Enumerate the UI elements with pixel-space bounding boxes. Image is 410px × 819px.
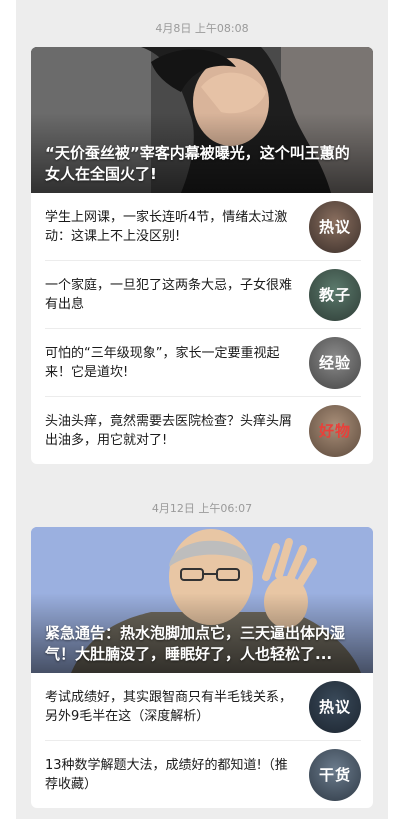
item-title: 可怕的“三年级现象”，家长一定要重视起来！它是道坎! bbox=[45, 345, 280, 380]
list-item[interactable]: 学生上网课，一家长连听4节，情绪太过激动：这课上不上没区别! 热议 bbox=[45, 193, 361, 261]
list-item[interactable]: 13种数学解题大法，成绩好的都知道!（推荐收藏） 干货 bbox=[45, 741, 361, 808]
message-timestamp: 4月12日 上午06:07 bbox=[151, 502, 253, 515]
item-thumbnail: 经验 bbox=[309, 336, 361, 389]
thumb-label: 热议 bbox=[318, 218, 351, 236]
item-thumbnail: 热议 bbox=[309, 680, 361, 733]
list-item[interactable]: 可怕的“三年级现象”，家长一定要重视起来！它是道坎! 经验 bbox=[45, 329, 361, 397]
cover-article[interactable]: “天价蚕丝被”宰客内幕被曝光，这个叫王蕙的女人在全国火了! bbox=[31, 47, 373, 193]
list-item[interactable]: 一个家庭，一旦犯了这两条大忌，子女很难有出息 教子 bbox=[45, 261, 361, 329]
thumb-label: 干货 bbox=[318, 766, 351, 784]
article-card: “天价蚕丝被”宰客内幕被曝光，这个叫王蕙的女人在全国火了! 学生上网课，一家长连… bbox=[31, 47, 373, 464]
item-title: 13种数学解题大法，成绩好的都知道!（推荐收藏） bbox=[45, 757, 288, 792]
thumb-label: 教子 bbox=[318, 286, 351, 304]
list-item[interactable]: 头油头痒，竟然需要去医院检查？头痒头屑出油多，用它就对了! 好物 bbox=[45, 397, 361, 464]
cover-title: 紧急通告：热水泡脚加点它，三天逼出体内湿气！大肚腩没了，睡眠好了，人也轻松了..… bbox=[45, 624, 346, 663]
cover-article[interactable]: 紧急通告：热水泡脚加点它，三天逼出体内湿气！大肚腩没了，睡眠好了，人也轻松了..… bbox=[31, 527, 373, 673]
item-thumbnail: 好物 bbox=[309, 404, 361, 457]
article-card: 紧急通告：热水泡脚加点它，三天逼出体内湿气！大肚腩没了，睡眠好了，人也轻松了..… bbox=[31, 527, 373, 808]
item-title: 头油头痒，竟然需要去医院检查？头痒头屑出油多，用它就对了! bbox=[45, 413, 293, 448]
message-feed[interactable]: 4月8日 上午08:08 “天价蚕丝被”宰客内幕被曝光，这个叫王蕙的女人在全国火… bbox=[16, 0, 388, 819]
item-thumbnail: 教子 bbox=[309, 268, 361, 321]
item-thumbnail: 干货 bbox=[309, 748, 361, 801]
thumb-label: 经验 bbox=[318, 354, 351, 372]
item-title: 学生上网课，一家长连听4节，情绪太过激动：这课上不上没区别! bbox=[45, 209, 288, 244]
thumb-label: 好物 bbox=[318, 422, 351, 440]
item-thumbnail: 热议 bbox=[309, 200, 361, 253]
cover-title: “天价蚕丝被”宰客内幕被曝光，这个叫王蕙的女人在全国火了! bbox=[45, 144, 350, 183]
list-item[interactable]: 考试成绩好，其实跟智商只有半毛钱关系，另外9毛半在这（深度解析） 热议 bbox=[45, 673, 361, 741]
thumb-label: 热议 bbox=[318, 698, 351, 716]
message-timestamp: 4月8日 上午08:08 bbox=[155, 22, 249, 35]
item-title: 一个家庭，一旦犯了这两条大忌，子女很难有出息 bbox=[45, 277, 293, 312]
item-title: 考试成绩好，其实跟智商只有半毛钱关系，另外9毛半在这（深度解析） bbox=[45, 689, 293, 724]
